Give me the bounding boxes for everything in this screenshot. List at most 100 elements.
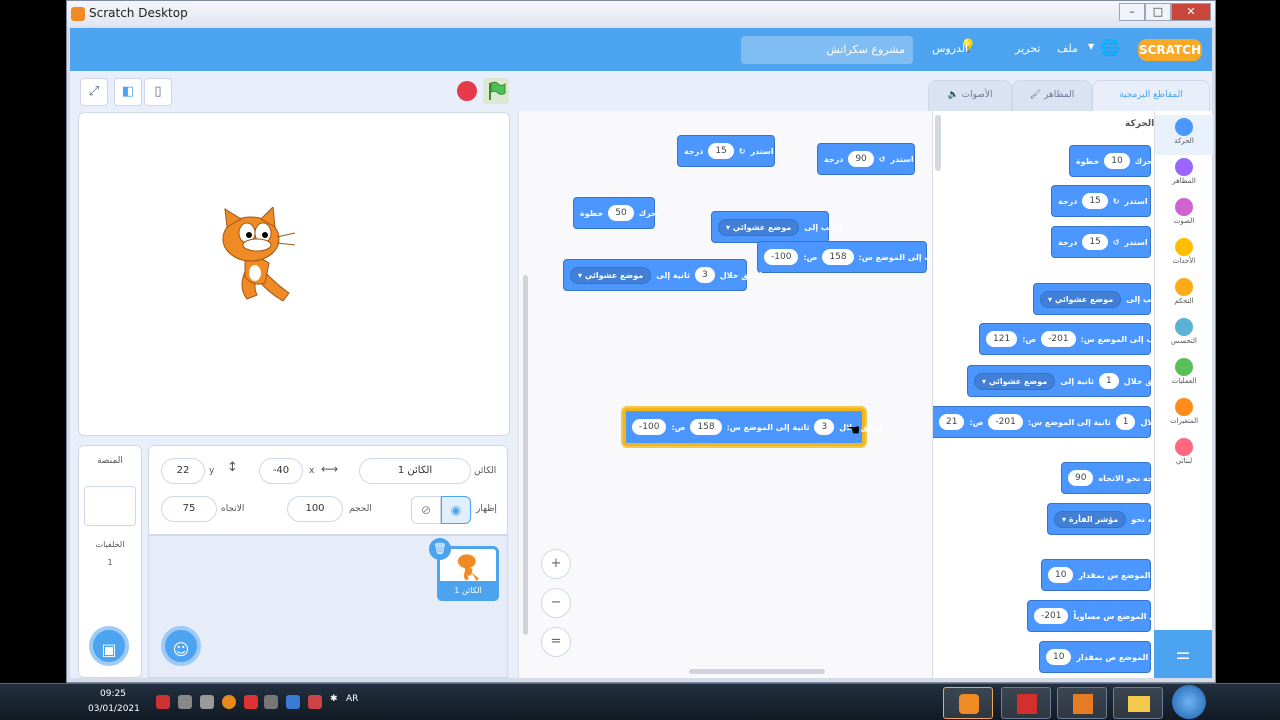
chevron-down-icon[interactable]: ▼ xyxy=(1088,42,1094,51)
script-turn-right-block[interactable]: استدر ↻ 15 درجة xyxy=(677,135,775,167)
block-input[interactable]: -201 xyxy=(1034,608,1069,624)
block-input[interactable]: -201 xyxy=(1041,331,1076,347)
palette-goto-block[interactable]: اذهب إلى موضع عشوائي ▾ xyxy=(1033,283,1164,315)
palette-change-y-block[interactable]: غيِّر الموضع ص بمقدار 10 xyxy=(1039,641,1165,673)
choose-backdrop-button[interactable]: ▣ xyxy=(89,626,129,666)
block-input[interactable]: 90 xyxy=(1068,470,1094,486)
script-horizontal-scrollbar[interactable] xyxy=(689,669,825,674)
block-input[interactable]: 10 xyxy=(1104,153,1130,169)
clock-time[interactable]: 09:25 xyxy=(100,689,126,699)
add-extension-button[interactable]: ⚌ xyxy=(1154,630,1212,678)
taskbar-explorer-button[interactable] xyxy=(1113,687,1163,719)
stage-selector-panel[interactable]: المنصة الخلفيات 1 ▣ xyxy=(78,445,142,678)
zoom-in-icon[interactable]: + xyxy=(541,549,571,579)
block-input[interactable]: 3 xyxy=(695,267,715,283)
block-input[interactable]: 15 xyxy=(1082,234,1108,250)
palette-goto-xy-block[interactable]: اذهب إلى الموضع س: -201 ص: 121 xyxy=(979,323,1167,355)
script-move-block[interactable]: تحرك 50 خطوة xyxy=(573,197,660,229)
cat-sprite[interactable] xyxy=(217,207,299,307)
monitor-icon[interactable] xyxy=(286,695,300,709)
category-control[interactable]: التحكم xyxy=(1155,275,1213,315)
block-dropdown[interactable]: موضع عشوائي ▾ xyxy=(1040,290,1122,308)
palette-move-block[interactable]: تحرك 10 خطوة xyxy=(1069,145,1156,177)
block-input[interactable]: -201 xyxy=(988,414,1023,430)
category-sensing[interactable]: التحسس xyxy=(1155,315,1213,355)
block-dropdown[interactable]: موضع عشوائي ▾ xyxy=(570,266,652,284)
volume-icon[interactable] xyxy=(200,695,214,709)
show-eye-icon[interactable]: ◉ xyxy=(441,496,471,524)
taskbar-wps-button[interactable] xyxy=(1001,687,1051,719)
palette-turn-right-block[interactable]: استدر ↻ 15 درجة xyxy=(1051,185,1151,217)
block-input[interactable]: -100 xyxy=(764,249,799,265)
scratch-logo[interactable]: SCRATCH xyxy=(1138,39,1202,61)
block-input[interactable]: 121 xyxy=(986,331,1018,347)
tutorials-menu[interactable]: الدروس xyxy=(932,42,968,55)
palette-glide-xy-block[interactable]: انزلق خلال1ثانية إلى الموضع س:-201ص:21 xyxy=(933,406,1183,438)
script-glide-block[interactable]: انزلق خلال 3 ثانية إلى موضع عشوائي ▾ xyxy=(563,259,762,291)
stop-button[interactable] xyxy=(457,81,477,101)
direction-input[interactable]: 75 xyxy=(161,496,217,522)
shield-icon[interactable] xyxy=(244,695,258,709)
script-goto-block[interactable]: اذهب إلى موضع عشوائي ▾ xyxy=(711,211,842,243)
block-input[interactable]: 90 xyxy=(848,151,874,167)
zoom-out-icon[interactable]: − xyxy=(541,588,571,618)
category-operators[interactable]: العمليات xyxy=(1155,355,1213,395)
taskbar-media-button[interactable] xyxy=(1057,687,1107,719)
block-input[interactable]: 10 xyxy=(1046,649,1072,665)
script-area[interactable]: استدر ↻ 15 درجة استدر ↺ 90 درجة تحرك 50 خطوة اذه… xyxy=(518,111,945,678)
block-input[interactable]: 3 xyxy=(814,419,835,435)
palette-set-x-block[interactable]: اجعل الموضع س مساوياً -201 xyxy=(1027,600,1169,632)
block-input[interactable]: 1 xyxy=(1115,414,1136,430)
file-menu[interactable]: ملف xyxy=(1057,42,1078,55)
palette-change-x-block[interactable]: غيِّر الموضع س بمقدار 10 xyxy=(1041,559,1167,591)
edit-menu[interactable]: تحرير xyxy=(1015,42,1040,55)
category-looks[interactable]: المظاهر xyxy=(1155,155,1213,195)
palette-point-towards-block[interactable]: اتجه نحو مؤشر الفأرة ▾ xyxy=(1047,503,1164,535)
block-dropdown[interactable]: موضع عشوائي ▾ xyxy=(974,372,1056,390)
stage-thumbnail[interactable] xyxy=(84,486,136,526)
tab-sounds[interactable]: 🔈 الأصوات xyxy=(928,80,1012,111)
category-motion[interactable]: الحركة xyxy=(1155,115,1213,155)
palette-turn-left-block[interactable]: استدر ↺ 15 درجة xyxy=(1051,226,1151,258)
minimize-button[interactable]: – xyxy=(1119,3,1145,21)
language-indicator[interactable]: AR xyxy=(346,694,358,704)
start-button[interactable] xyxy=(1172,685,1206,719)
block-input[interactable]: 158 xyxy=(690,419,722,435)
block-input[interactable]: 50 xyxy=(608,205,634,221)
block-input[interactable]: 15 xyxy=(708,143,734,159)
y-input[interactable]: 22 xyxy=(161,458,205,484)
block-input[interactable]: 10 xyxy=(1048,567,1074,583)
script-glide-xy-block-selected[interactable]: انزلق خلال 3 ثانية إلى الموضع س: 158 ص: -100 xyxy=(623,408,882,446)
usb-icon[interactable] xyxy=(264,695,278,709)
block-input[interactable]: 21 xyxy=(939,414,965,430)
tab-code[interactable]: المقاطع البرمجية xyxy=(1092,80,1210,111)
palette-glide-block[interactable]: انزلق خلال 1 ثانية إلى موضع عشوائي ▾ xyxy=(967,365,1166,397)
bluetooth-icon[interactable]: ✱ xyxy=(330,694,338,704)
size-input[interactable]: 100 xyxy=(287,496,343,522)
block-dropdown[interactable]: مؤشر الفأرة ▾ xyxy=(1054,510,1127,528)
category-my-blocks[interactable]: لبناتي xyxy=(1155,435,1213,475)
script-vertical-scrollbar[interactable] xyxy=(523,275,528,635)
palette-scrollbar[interactable] xyxy=(935,115,941,171)
globe-icon[interactable]: 🌐 xyxy=(1100,38,1120,57)
script-turn-left-block[interactable]: استدر ↺ 90 درجة xyxy=(817,143,915,175)
fullscreen-icon[interactable]: ⤢ xyxy=(80,78,108,106)
small-stage-icon[interactable]: ◧ xyxy=(114,78,142,106)
tray-app-icon[interactable] xyxy=(222,695,236,709)
block-input[interactable]: 1 xyxy=(1099,373,1119,389)
sprite-name-input[interactable]: الكائن 1 xyxy=(359,458,471,484)
close-button[interactable]: ✕ xyxy=(1171,3,1211,21)
green-flag-button[interactable] xyxy=(483,78,509,104)
mute-icon[interactable] xyxy=(308,695,322,709)
hide-eye-icon[interactable]: ⊘ xyxy=(411,496,441,524)
palette-point-direction-block[interactable]: اتجه نحو الاتجاه 90 xyxy=(1061,462,1159,494)
taskbar-scratch-button[interactable] xyxy=(943,687,993,719)
project-title-input[interactable]: مشروع سكراتش xyxy=(741,36,913,64)
block-input[interactable]: -100 xyxy=(632,419,667,435)
category-events[interactable]: الأحداث xyxy=(1155,235,1213,275)
x-input[interactable]: -40 xyxy=(259,458,303,484)
delete-sprite-icon[interactable]: 🗑 xyxy=(429,538,451,560)
large-stage-icon[interactable]: ▯ xyxy=(144,78,172,106)
category-sound[interactable]: الصوت xyxy=(1155,195,1213,235)
network-icon[interactable] xyxy=(156,695,170,709)
